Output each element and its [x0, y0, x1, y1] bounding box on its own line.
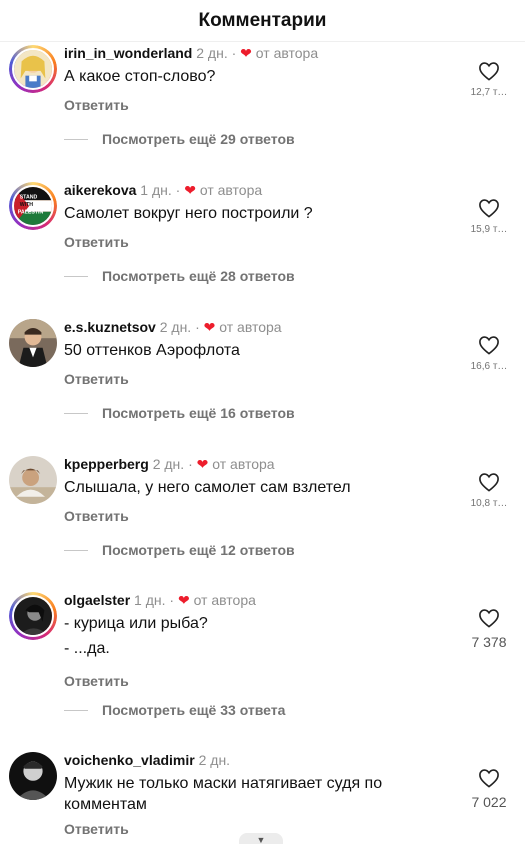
avatar[interactable]: STAND WITH PALESTIN: [9, 182, 57, 230]
avatar[interactable]: [9, 752, 57, 800]
comment-meta: kpepperberg 2 дн. · ❤ от автора: [64, 456, 465, 473]
like-count: 7 378: [471, 634, 507, 650]
view-more-replies[interactable]: Посмотреть ещё 33 ответа: [64, 702, 285, 718]
heart-icon: ❤: [196, 456, 209, 472]
comment-time: 2 дн.: [196, 45, 228, 61]
like-button[interactable]: 7 022: [467, 768, 511, 810]
like-button[interactable]: 12,7 т…: [467, 61, 511, 98]
comment-meta: e.s.kuznetsov 2 дн. · ❤ от автора: [64, 319, 465, 336]
comment-meta: voichenko_vladimir 2 дн.: [64, 752, 435, 769]
heart-icon: ❤: [184, 182, 196, 198]
separator: ·: [169, 592, 175, 608]
comment-time: 2 дн.: [198, 752, 231, 768]
view-more-replies[interactable]: Посмотреть ещё 29 ответов: [64, 131, 295, 147]
view-more-label: Посмотреть ещё 33 ответа: [102, 702, 286, 718]
like-count: 12,7 т…: [470, 87, 508, 98]
username[interactable]: olgaelster: [64, 592, 130, 608]
heart-outline-icon: [479, 336, 499, 355]
reply-button[interactable]: Ответить: [64, 673, 465, 689]
divider: [64, 275, 88, 277]
view-more-label: Посмотреть ещё 28 ответов: [102, 268, 295, 284]
heart-outline-icon: [479, 769, 499, 788]
comment-time: 2 дн.: [159, 319, 192, 335]
separator: ·: [231, 45, 237, 61]
comment-meta: aikerekova 1 дн. · ❤ от автора: [64, 182, 465, 199]
like-button[interactable]: 15,9 т…: [467, 198, 511, 235]
author-like-label: от автора: [212, 456, 275, 472]
avatar[interactable]: [9, 456, 57, 504]
scroll-handle[interactable]: ▼: [239, 833, 283, 844]
comment-text: Мужик не только маски натягивает судя по…: [64, 775, 383, 813]
page-title: Комментарии: [198, 9, 327, 31]
username[interactable]: kpepperberg: [64, 456, 149, 472]
view-more-replies[interactable]: Посмотреть ещё 16 ответов: [64, 405, 295, 421]
separator: ·: [175, 182, 181, 198]
comment-meta: olgaelster 1 дн. · ❤ от автора: [64, 592, 465, 609]
comment-text: 50 оттенков Аэрофлота: [64, 342, 240, 359]
view-more-label: Посмотреть ещё 29 ответов: [102, 131, 295, 147]
heart-icon: ❤: [203, 319, 216, 335]
reply-button[interactable]: Ответить: [64, 97, 465, 113]
username[interactable]: irin_in_wonderland: [64, 45, 192, 61]
author-like-label: от автора: [199, 182, 263, 198]
avatar[interactable]: [9, 319, 57, 367]
avatar[interactable]: [9, 45, 57, 93]
divider: [64, 412, 88, 414]
comment-text-line: - курица или рыба?: [64, 615, 208, 632]
divider: [64, 138, 88, 140]
reply-button[interactable]: Ответить: [64, 508, 465, 524]
comment-time: 2 дн.: [152, 456, 185, 472]
comment-text: Самолет вокруг него построили ?: [64, 205, 313, 222]
chevron-down-icon: ▼: [256, 835, 266, 844]
avatar-badge-text: WITH: [20, 202, 34, 208]
header: Комментарии: [0, 0, 525, 42]
comment-text: А какое стоп-слово?: [64, 68, 216, 85]
comment-time: 1 дн.: [140, 182, 172, 198]
username[interactable]: aikerekova: [64, 182, 136, 198]
heart-outline-icon: [479, 473, 499, 492]
author-like-label: от автора: [255, 45, 319, 61]
like-button[interactable]: 10,8 т…: [467, 472, 511, 509]
avatar-badge-text: STAND: [20, 194, 38, 200]
comment-text-line: - ...да.: [64, 640, 110, 657]
like-count: 16,6 т…: [470, 361, 508, 372]
heart-outline-icon: [479, 62, 499, 81]
heart-icon: ❤: [240, 45, 252, 61]
heart-outline-icon: [479, 199, 499, 218]
view-more-label: Посмотреть ещё 12 ответов: [102, 542, 295, 558]
username[interactable]: e.s.kuznetsov: [64, 319, 156, 335]
avatar-badge-text: PALESTIN: [18, 210, 44, 216]
author-like-label: от автора: [193, 592, 256, 608]
view-more-replies[interactable]: Посмотреть ещё 12 ответов: [64, 542, 295, 558]
view-more-replies[interactable]: Посмотреть ещё 28 ответов: [64, 268, 295, 284]
like-button[interactable]: 7 378: [467, 608, 511, 650]
heart-icon: ❤: [177, 592, 190, 608]
comment-text: Слышала, у него самолет сам взлетел: [64, 479, 351, 496]
divider: [64, 549, 88, 551]
like-count: 15,9 т…: [470, 224, 508, 235]
divider: [64, 709, 88, 711]
separator: ·: [195, 319, 200, 335]
separator: ·: [188, 456, 193, 472]
heart-outline-icon: [479, 609, 499, 628]
like-count: 10,8 т…: [470, 498, 508, 509]
reply-button[interactable]: Ответить: [64, 234, 465, 250]
username[interactable]: voichenko_vladimir: [64, 752, 195, 768]
comment-meta: irin_in_wonderland 2 дн. · ❤ от автора: [64, 45, 465, 62]
avatar[interactable]: [9, 592, 57, 640]
reply-button[interactable]: Ответить: [64, 371, 465, 387]
like-button[interactable]: 16,6 т…: [467, 335, 511, 372]
comment-time: 1 дн.: [134, 592, 166, 608]
author-like-label: от автора: [219, 319, 282, 335]
view-more-label: Посмотреть ещё 16 ответов: [102, 405, 295, 421]
like-count: 7 022: [471, 794, 507, 810]
